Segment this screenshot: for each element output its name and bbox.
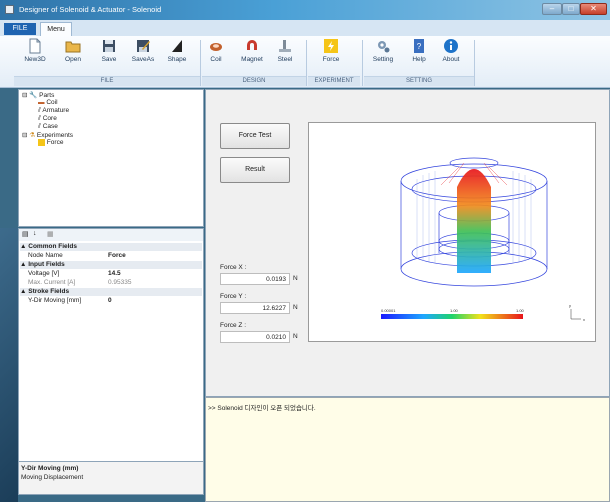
group-divider — [362, 40, 363, 86]
coil-icon: ▬ — [38, 99, 45, 106]
save-as-icon — [137, 40, 150, 52]
force-x-field[interactable]: 0.0193 — [220, 273, 290, 285]
help-button[interactable]: ? Help — [406, 38, 432, 70]
force-button[interactable]: Force — [318, 38, 344, 70]
force-x-unit: N — [293, 275, 298, 282]
categorized-icon[interactable]: ▤ — [22, 230, 29, 238]
axis-y-label: y — [569, 303, 571, 308]
help-book-icon: ? — [414, 39, 424, 53]
group-divider — [474, 40, 475, 86]
gear-icon — [378, 41, 390, 53]
coil-icon — [210, 43, 222, 51]
design-group-label: DESIGN — [202, 76, 306, 86]
minimize-button[interactable]: – — [542, 3, 562, 15]
sort-alpha-icon[interactable]: ↓ — [33, 230, 37, 237]
maximize-button[interactable]: □ — [562, 3, 580, 15]
file-group-label: FILE — [14, 76, 200, 86]
saveas-button[interactable]: SaveAs — [130, 38, 156, 70]
setting-group-label: SETTING — [364, 76, 474, 86]
setting-button[interactable]: Setting — [370, 38, 396, 70]
group-divider — [306, 40, 307, 86]
force-z-label: Force Z : — [220, 322, 247, 329]
experiment-icon: ⚗ — [29, 132, 36, 139]
magnet-button[interactable]: Magnet — [237, 38, 267, 70]
tree-node-experiments[interactable]: ⊟ ⚗ Experiments — [22, 131, 73, 139]
tab-menu[interactable]: Menu — [40, 22, 72, 36]
force-y-label: Force Y : — [220, 293, 247, 300]
console-message: >> Solenoid 디자인이 오픈 되었습니다. — [208, 405, 316, 412]
ribbon-tab-bar — [0, 20, 610, 36]
3d-viewer[interactable]: 0.00001 1.00 1.00 y x — [308, 122, 596, 342]
output-console[interactable] — [205, 397, 610, 502]
colorbar — [381, 314, 523, 319]
force-y-field[interactable]: 12.6227 — [220, 302, 290, 314]
property-voltage[interactable]: Voltage [V] 14.5 — [20, 270, 202, 278]
app-icon — [5, 5, 14, 14]
property-max-current[interactable]: Max. Current [A] 0.95335 — [20, 279, 202, 287]
lightning-icon — [38, 139, 45, 146]
solenoid-force-plot: 0.00001 1.00 1.00 y x — [381, 157, 585, 322]
tree-node-parts[interactable]: ⊟ 🔧 Parts — [22, 91, 54, 99]
category-common-fields[interactable]: ▲ Common Fields — [20, 243, 202, 251]
steel-button[interactable]: Steel — [272, 38, 298, 70]
new-document-icon — [29, 38, 41, 54]
magnet-icon — [247, 40, 257, 50]
tree-node-force[interactable]: Force — [38, 139, 63, 146]
steel-icon: ⫽ — [38, 107, 41, 114]
property-ydir-moving[interactable]: Y-Dir Moving [mm] 0 — [20, 297, 202, 305]
desktop-background — [0, 228, 18, 502]
tree-node-case[interactable]: ⫽ Case — [38, 123, 58, 131]
property-toolbar: ▤ ↓ ▦ — [19, 229, 203, 241]
tab-file[interactable]: FILE — [4, 23, 36, 35]
open-button[interactable]: Open — [60, 38, 86, 70]
axis-x-label: x — [583, 317, 585, 322]
colorbar-mid-label: 1.00 — [450, 308, 459, 313]
shape-button[interactable]: Shape — [164, 38, 190, 70]
result-button[interactable]: Result — [220, 157, 290, 183]
steel-icon — [279, 40, 291, 52]
steel-icon: ⫽ — [38, 115, 41, 122]
save-button[interactable]: Save — [96, 38, 122, 70]
window-title: Designer of Solenoid & Actuator - Soleno… — [19, 5, 162, 14]
about-button[interactable]: About — [438, 38, 464, 70]
category-input-fields[interactable]: ▲ Input Fields — [20, 261, 202, 269]
lightning-icon — [324, 39, 338, 53]
close-button[interactable]: ✕ — [580, 3, 607, 15]
new3d-button[interactable]: New3D — [22, 38, 48, 70]
description-text: Moving Displacement — [21, 474, 84, 481]
colorbar-min-label: 0.00001 — [381, 308, 396, 313]
tree-node-coil[interactable]: ▬ Coil — [38, 99, 58, 106]
folder-icon — [65, 41, 81, 53]
force-z-field[interactable]: 0.0210 — [220, 331, 290, 343]
info-icon — [444, 39, 458, 53]
steel-icon: ⫽ — [38, 123, 41, 130]
tree-node-core[interactable]: ⫽ Core — [38, 115, 57, 123]
force-x-label: Force X : — [220, 264, 247, 271]
category-stroke-fields[interactable]: ▲ Stroke Fields — [20, 288, 202, 296]
force-z-unit: N — [293, 333, 298, 340]
group-divider — [200, 40, 201, 86]
experiment-group-label: EXPERIMENT — [308, 76, 360, 86]
property-node-name[interactable]: Node Name Force — [20, 252, 202, 260]
axis-triad — [570, 309, 581, 320]
force-y-unit: N — [293, 304, 298, 311]
svg-text:?: ? — [417, 42, 422, 51]
property-pages-icon[interactable]: ▦ — [47, 230, 54, 238]
force-test-button[interactable]: Force Test — [220, 123, 290, 149]
coil-button[interactable]: Coil — [203, 38, 229, 70]
shape-icon — [172, 40, 182, 52]
description-title: Y-Dir Moving (mm) — [21, 465, 79, 472]
colorbar-max-label: 1.00 — [516, 308, 525, 313]
floppy-disk-icon — [103, 40, 115, 52]
tree-node-armature[interactable]: ⫽ Armature — [38, 107, 69, 115]
